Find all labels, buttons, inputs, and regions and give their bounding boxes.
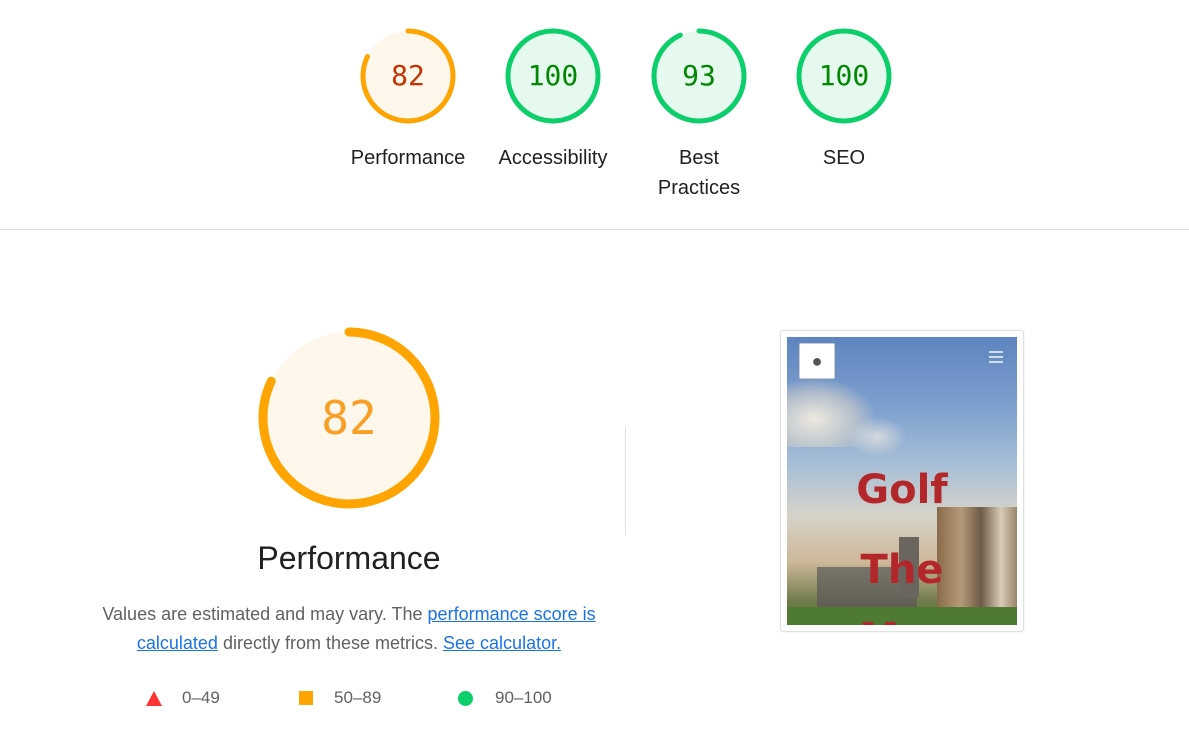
gauge-accessibility[interactable]: 100 Accessibility [483,27,623,173]
gauge-score: 93 [682,59,716,92]
performance-main-gauge: 82 [255,324,443,512]
final-screenshot-thumbnail[interactable]: ● Golf The M... [780,330,1024,632]
gauge-best-practices[interactable]: 93 Best Practices [629,27,769,203]
performance-title: Performance [257,540,441,576]
gauge-score: 100 [527,59,579,92]
desc-text: Values are estimated and may vary. The [102,604,428,624]
legend-range: 90–100 [495,688,552,707]
gauge-ring: 100 [504,27,602,125]
gauge-score: 82 [391,59,425,92]
gauge-label: Accessibility [498,147,608,169]
gauge-ring: 82 [359,27,457,125]
gauge-ring: 100 [795,27,893,125]
gauge-ring: 93 [650,27,748,125]
vertical-divider [625,427,626,535]
gauge-label: Best Practices [657,147,741,199]
hero-text: The [860,547,944,593]
hamburger-menu-icon [989,351,1003,366]
see-calculator-link[interactable]: See calculator. [443,633,561,653]
gauge-seo[interactable]: 100 SEO [774,27,914,173]
performance-description: Values are estimated and may vary. The p… [100,600,598,658]
hero-text: Golf [856,467,948,513]
sky-cloud [847,417,907,457]
gauge-score: 100 [818,59,870,92]
hero-text: M... [787,615,1017,625]
legend-range: 50–89 [334,688,382,707]
legend-fail: 0–49 [146,688,246,710]
legend-range: 0–49 [182,688,220,707]
golf-ball-icon: ● [799,343,835,379]
square-icon [299,691,313,705]
gauge-label: SEO [822,147,866,169]
legend-pass: 90–100 [458,688,568,710]
circle-icon [458,691,473,706]
screenshot-image: ● Golf The M... [787,337,1017,625]
triangle-icon [146,691,162,706]
gauge-label: Performance [350,147,466,169]
gauge-performance[interactable]: 82 Performance [338,27,478,173]
legend-average: 50–89 [299,688,399,710]
category-gauges: 82 Performance 100 Accessibility 93 Best… [0,0,1189,230]
desc-text: directly from these metrics. [217,633,444,653]
main-gauge-score: 82 [321,391,377,445]
